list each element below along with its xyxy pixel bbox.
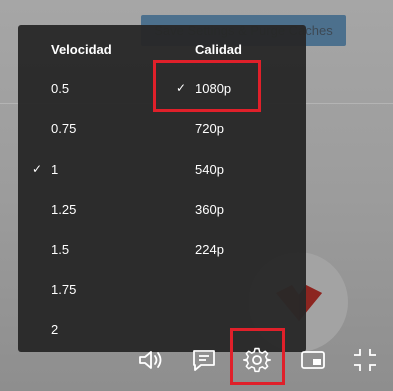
settings-button[interactable] [242, 343, 272, 377]
speed-option[interactable]: 2 [51, 322, 58, 337]
captions-button[interactable] [189, 343, 219, 377]
quality-option[interactable]: 540p [195, 162, 224, 177]
volume-button[interactable] [136, 343, 166, 377]
speed-heading: Velocidad [51, 42, 112, 57]
speed-option[interactable]: 1.5 [51, 242, 69, 257]
picture-in-picture-icon [301, 351, 325, 369]
picture-in-picture-button[interactable] [298, 343, 328, 377]
quality-option[interactable]: 224p [195, 242, 224, 257]
captions-icon [193, 350, 215, 371]
quality-highlight-box [153, 60, 261, 112]
speed-selected-check-icon: ✓ [32, 162, 43, 176]
speed-option[interactable]: 1.75 [51, 282, 76, 297]
speed-option[interactable]: 0.5 [51, 81, 69, 96]
speed-option[interactable]: 1.25 [51, 202, 76, 217]
speed-option[interactable]: 0.75 [51, 121, 76, 136]
speed-option-selected[interactable]: 1 [51, 162, 58, 177]
exit-fullscreen-icon [354, 349, 376, 371]
exit-fullscreen-button[interactable] [350, 343, 380, 377]
quality-heading: Calidad [195, 42, 242, 57]
quality-option[interactable]: 360p [195, 202, 224, 217]
settings-icon [243, 347, 271, 373]
volume-icon [139, 351, 162, 369]
quality-option[interactable]: 720p [195, 121, 224, 136]
